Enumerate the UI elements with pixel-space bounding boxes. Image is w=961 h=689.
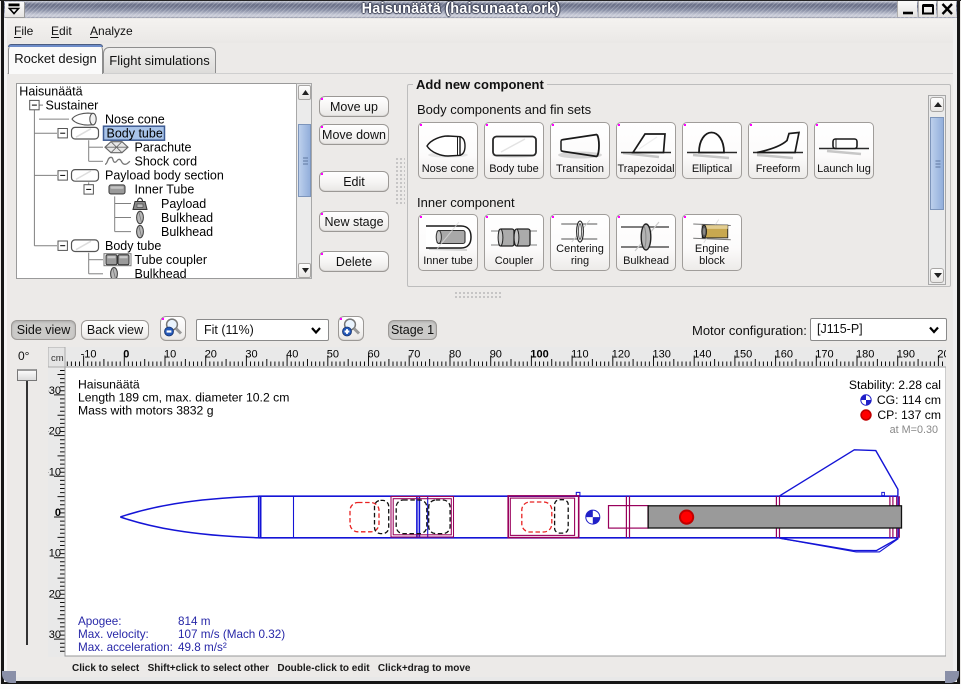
svg-text:Shock cord: Shock cord <box>135 155 198 169</box>
svg-text:90: 90 <box>490 349 502 361</box>
svg-text:Stability: 2.28 cal: Stability: 2.28 cal <box>849 378 941 392</box>
svg-text:Max. velocity:: Max. velocity: <box>78 628 149 641</box>
svg-text:Mass with motors 3832 g: Mass with motors 3832 g <box>78 404 213 418</box>
svg-text:10: 10 <box>49 548 61 560</box>
svg-text:160: 160 <box>775 349 793 361</box>
svg-text:Bulkhead: Bulkhead <box>161 211 213 225</box>
svg-text:130: 130 <box>653 349 671 361</box>
svg-text:0: 0 <box>55 507 61 519</box>
svg-text:120: 120 <box>612 349 630 361</box>
svg-text:Tube coupler: Tube coupler <box>135 253 208 267</box>
svg-text:Sustainer: Sustainer <box>46 98 99 112</box>
svg-text:Haisunäätä: Haisunäätä <box>19 84 82 98</box>
svg-text:-10: -10 <box>48 466 61 478</box>
svg-text:Haisunäätä: Haisunäätä <box>78 378 140 392</box>
svg-text:40: 40 <box>286 349 298 361</box>
svg-text:CG: 114 cm: CG: 114 cm <box>877 393 941 407</box>
svg-text:Bulkhead: Bulkhead <box>161 225 213 239</box>
svg-text:Payload: Payload <box>161 197 206 211</box>
svg-text:Body tube: Body tube <box>105 239 161 253</box>
svg-text:200: 200 <box>937 349 946 361</box>
svg-text:20: 20 <box>205 349 217 361</box>
svg-text:180: 180 <box>856 349 874 361</box>
svg-text:170: 170 <box>815 349 833 361</box>
svg-text:107 m/s (Mach 0.32): 107 m/s (Mach 0.32) <box>178 628 285 641</box>
svg-text:80: 80 <box>449 349 461 361</box>
svg-text:70: 70 <box>408 349 420 361</box>
svg-text:49.8 m/s²: 49.8 m/s² <box>178 641 227 654</box>
svg-text:at M=0.30: at M=0.30 <box>890 424 938 436</box>
svg-text:Max. acceleration:: Max. acceleration: <box>78 641 173 654</box>
svg-text:Inner Tube: Inner Tube <box>135 183 195 197</box>
svg-text:Bulkhead: Bulkhead <box>135 267 187 278</box>
svg-text:30: 30 <box>245 349 257 361</box>
svg-text:190: 190 <box>897 349 915 361</box>
svg-text:0: 0 <box>123 349 129 361</box>
svg-text:Length 189 cm, max. diameter 1: Length 189 cm, max. diameter 10.2 cm <box>78 391 289 405</box>
svg-text:CP: 137 cm: CP: 137 cm <box>877 408 941 422</box>
svg-text:Payload body section: Payload body section <box>105 169 224 183</box>
svg-text:20: 20 <box>49 588 61 600</box>
svg-text:-20: -20 <box>48 426 61 438</box>
svg-text:-30: -30 <box>48 385 61 397</box>
svg-text:-10: -10 <box>81 349 97 361</box>
svg-text:10: 10 <box>164 349 176 361</box>
svg-text:30: 30 <box>49 629 61 641</box>
svg-text:Body tube: Body tube <box>107 127 163 141</box>
svg-text:Parachute: Parachute <box>135 141 192 155</box>
svg-text:100: 100 <box>530 349 548 361</box>
svg-text:Nose cone: Nose cone <box>105 112 165 126</box>
svg-text:150: 150 <box>734 349 752 361</box>
svg-text:140: 140 <box>693 349 711 361</box>
svg-text:814 m: 814 m <box>178 615 210 628</box>
svg-text:50: 50 <box>327 349 339 361</box>
svg-text:60: 60 <box>368 349 380 361</box>
svg-text:cm: cm <box>51 353 64 364</box>
svg-text:110: 110 <box>571 349 589 361</box>
svg-text:Apogee:: Apogee: <box>78 615 122 628</box>
